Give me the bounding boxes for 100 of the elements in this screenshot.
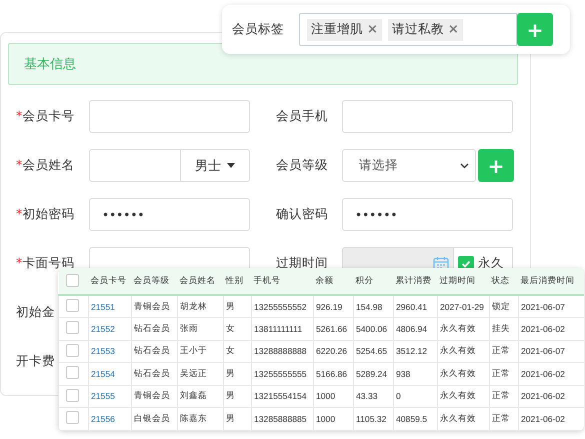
table-cell: 男 (226, 368, 235, 378)
table-cell: 钻石会员 (134, 345, 170, 356)
field-label: 初始金 (15, 304, 55, 321)
table-cell: 王小于 (180, 345, 207, 356)
table-cell: 2021-06-02 (521, 414, 565, 424)
column-header: 最后消费时间 (520, 275, 574, 285)
field-label: 会员手机 (276, 108, 329, 125)
table-cell: 钻石会员 (134, 368, 170, 378)
field-label: 确认密码 (276, 206, 329, 223)
column-header: 会员等级 (134, 275, 170, 285)
password-field[interactable]: •••••• (89, 198, 250, 231)
column-header: 状态 (492, 275, 510, 285)
row-checkbox[interactable] (66, 344, 79, 357)
table-cell: 13255555552 (254, 302, 307, 312)
table-cell: 张雨 (180, 322, 198, 333)
column-header: 余额 (316, 275, 334, 285)
table-cell: 5261.66 (316, 324, 348, 334)
row-checkbox[interactable] (66, 299, 79, 312)
column-header: 会员姓名 (180, 275, 216, 285)
table-cell: 女 (226, 322, 235, 333)
table-cell: 2021-06-02 (521, 391, 565, 402)
table-cell: 陈嘉东 (180, 412, 207, 423)
table-cell: 锁定 (492, 300, 510, 310)
text-field[interactable] (89, 100, 250, 133)
tag-label: 会员标签 (232, 21, 284, 38)
table-cell: 2960.41 (396, 302, 428, 312)
table-cell: 永久有效 (440, 345, 476, 356)
table-cell: 13811111111 (254, 324, 302, 334)
table-cell: 女 (226, 345, 235, 356)
table-cell: 13285888885 (254, 414, 307, 424)
remove-tag-button[interactable]: × (448, 22, 459, 37)
tag-field[interactable]: 注重增肌 × 请过私教 × (299, 13, 517, 46)
field-label: *会员卡号 (15, 108, 76, 125)
table-cell: 钻石会员 (134, 322, 170, 333)
remove-tag-button[interactable]: × (367, 22, 378, 37)
table-cell: 1000 (316, 414, 336, 424)
table-cell: 永久有效 (440, 390, 476, 400)
column-header: 性别 (226, 275, 244, 285)
tag-text: 请过私教 (392, 21, 444, 38)
permanent-label: 永久 (478, 255, 504, 272)
table-cell: 13255555555 (254, 368, 307, 379)
table-cell: 0 (396, 391, 401, 402)
table-cell: 永久有效 (440, 368, 476, 378)
column-header: 累计消费 (396, 275, 432, 285)
column-header: 会员卡号 (90, 275, 126, 285)
field-label: *会员姓名 (15, 157, 76, 174)
gender-dropdown[interactable]: 男士 (181, 149, 250, 182)
table-cell: 男 (226, 390, 235, 400)
row-checkbox[interactable] (66, 321, 79, 334)
table-cell: 938 (396, 368, 410, 379)
table-cell: 刘鑫磊 (180, 390, 207, 400)
table-cell: 1000 (316, 391, 336, 402)
level-select[interactable]: 请选择 (342, 149, 476, 182)
caret-icon (227, 163, 235, 168)
table-cell: 5289.24 (356, 368, 388, 379)
column-header: 过期时间 (440, 275, 476, 285)
table-cell: 正常 (492, 390, 510, 400)
row-checkbox[interactable] (66, 388, 79, 402)
table-cell: 2021-06-02 (521, 324, 565, 334)
column-header: 手机号 (254, 275, 280, 285)
table-cell: 13288888888 (254, 346, 307, 356)
table-cell: 2021-06-07 (521, 302, 565, 312)
table-cell: 5166.86 (316, 368, 348, 379)
field-label: *初始密码 (15, 206, 76, 223)
check-icon (461, 258, 471, 268)
field-label: 开卡费 (15, 353, 55, 370)
field-label: *卡面号码 (15, 255, 76, 272)
table-cell: 正常 (492, 412, 510, 423)
table-cell: 正常 (492, 345, 510, 356)
table-cell: 40859.5 (396, 414, 428, 424)
table-cell: 青铜会员 (134, 390, 170, 400)
table-cell: 正常 (492, 368, 510, 378)
table-cell: 3512.12 (396, 346, 428, 356)
table-cell: 男 (226, 412, 235, 423)
table-cell: 青铜会员 (134, 300, 170, 310)
table-cell: 5254.65 (356, 346, 388, 356)
table-cell: 926.19 (316, 302, 342, 312)
tag-text: 注重增肌 (311, 21, 363, 38)
row-checkbox[interactable] (66, 411, 79, 424)
select-all-checkbox[interactable] (66, 274, 78, 286)
table-cell: 6220.26 (316, 346, 348, 356)
table-cell: 13215554154 (254, 391, 307, 402)
table-cell: 2021-06-07 (521, 346, 565, 356)
table-cell: 2027-01-29 (440, 302, 484, 312)
table-cell: 男 (226, 300, 235, 310)
name-field[interactable] (89, 149, 181, 182)
table-cell: 4806.94 (396, 324, 428, 334)
table-cell: 挂失 (492, 322, 510, 333)
chevron-icon (460, 162, 469, 168)
text-field[interactable] (342, 100, 513, 133)
password-field[interactable]: •••••• (342, 198, 513, 231)
table-cell: 永久有效 (440, 322, 476, 333)
table-cell: 1105.32 (356, 414, 386, 424)
table-cell: 154.98 (356, 302, 382, 312)
table-cell: 2021-06-02 (521, 368, 565, 379)
field-label: 过期时间 (276, 255, 329, 272)
table-cell: 白银会员 (134, 412, 170, 423)
field-label: 会员等级 (276, 157, 329, 174)
row-checkbox[interactable] (66, 366, 79, 380)
table-cell: 5400.06 (356, 324, 388, 334)
